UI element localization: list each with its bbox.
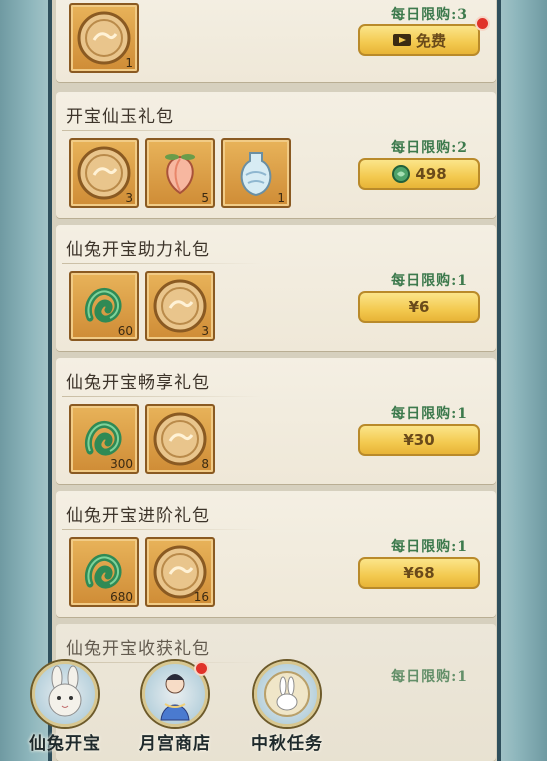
title-divider: [62, 263, 262, 264]
daily-limit-text: 每日限购:1: [391, 539, 468, 555]
video-icon: [392, 34, 411, 46]
nav-mid-autumn-tasks[interactable]: 中秋任务: [242, 661, 332, 761]
button-label: ¥30: [403, 431, 435, 449]
rabbit-icon: [32, 661, 98, 727]
daily-limit-text: 每日限购:3: [391, 7, 468, 23]
gift-title: 仙兔开宝畅享礼包: [66, 373, 210, 393]
vase-icon: [240, 152, 272, 197]
item-quantity: 1: [125, 56, 133, 70]
mooncake-icon: [77, 11, 131, 65]
daily-limit-text: 每日限购:1: [391, 406, 468, 422]
mooncake-icon: [153, 412, 207, 466]
daily-limit-text: 每日限购:2: [391, 140, 468, 156]
title-divider: [62, 130, 262, 131]
buy-68-button[interactable]: ¥68: [358, 557, 480, 589]
item-quantity: 1: [277, 191, 285, 205]
buy-30-button[interactable]: ¥30: [358, 424, 480, 456]
daily-limit-text: 每日限购:1: [391, 273, 468, 289]
gift-title: 仙兔开宝助力礼包: [66, 240, 210, 260]
notification-dot: [194, 661, 209, 676]
item-slot[interactable]: 3: [145, 271, 215, 341]
item-quantity: 300: [110, 457, 133, 471]
item-quantity: 3: [201, 324, 209, 338]
jade-coin-icon: [392, 165, 411, 183]
item-quantity: 680: [110, 590, 133, 604]
item-slot[interactable]: 3: [69, 138, 139, 208]
item-quantity: 3: [125, 191, 133, 205]
nav-label: 月宫商店: [139, 734, 211, 754]
item-slot[interactable]: 5: [145, 138, 215, 208]
nav-label: 仙兔开宝: [29, 734, 101, 754]
nav-label: 中秋任务: [251, 734, 323, 754]
title-divider: [62, 529, 262, 530]
gift-card-advanced: 仙兔开宝进阶礼包 680 16 每日限购:1 ¥68: [56, 491, 496, 617]
button-label: ¥6: [408, 298, 430, 316]
nav-moon-palace-shop[interactable]: 月宫商店: [130, 661, 220, 761]
item-slot[interactable]: 300: [69, 404, 139, 474]
item-slot[interactable]: 680: [69, 537, 139, 607]
item-slot[interactable]: 60: [69, 271, 139, 341]
item-quantity: 60: [117, 324, 133, 338]
free-claim-button[interactable]: 免费: [358, 24, 480, 56]
item-quantity: 16: [193, 590, 209, 604]
item-slot[interactable]: 8: [145, 404, 215, 474]
item-quantity: 5: [201, 191, 209, 205]
scroll-frame-right: [495, 0, 547, 761]
gift-card-free: 1 每日限购:3 免费: [56, 0, 496, 82]
scroll-frame-left: [0, 0, 52, 761]
buy-jade-button[interactable]: 498: [358, 158, 480, 190]
gift-title: 开宝仙玉礼包: [66, 107, 174, 127]
mooncake-icon: [77, 146, 131, 200]
bottom-nav: 仙兔开宝 月宫商店 中秋任务: [0, 661, 547, 761]
button-label: 498: [415, 165, 447, 183]
gift-title: 仙兔开宝收获礼包: [66, 639, 210, 659]
gift-card-enjoy: 仙兔开宝畅享礼包 300 8 每日限购:1 ¥30: [56, 358, 496, 484]
button-label: ¥68: [403, 564, 435, 582]
mooncake-icon: [153, 279, 207, 333]
buy-6-button[interactable]: ¥6: [358, 291, 480, 323]
moon-rabbit-icon: [254, 661, 320, 727]
nav-rabbit-treasure[interactable]: 仙兔开宝: [20, 661, 110, 761]
button-label: 免费: [415, 31, 446, 50]
gift-card-boost: 仙兔开宝助力礼包 60 3 每日限购:1 ¥6: [56, 225, 496, 351]
title-divider: [62, 396, 262, 397]
peach-icon: [165, 154, 195, 195]
frame-divider-right: [497, 0, 501, 761]
item-slot[interactable]: 1: [69, 3, 139, 73]
notification-dot: [475, 16, 490, 31]
item-quantity: 8: [201, 457, 209, 471]
item-slot[interactable]: 16: [145, 537, 215, 607]
item-slot[interactable]: 1: [221, 138, 291, 208]
gift-card-jade: 开宝仙玉礼包 3 5 1 每日限购:2 498: [56, 92, 496, 218]
gift-title: 仙兔开宝进阶礼包: [66, 506, 210, 526]
